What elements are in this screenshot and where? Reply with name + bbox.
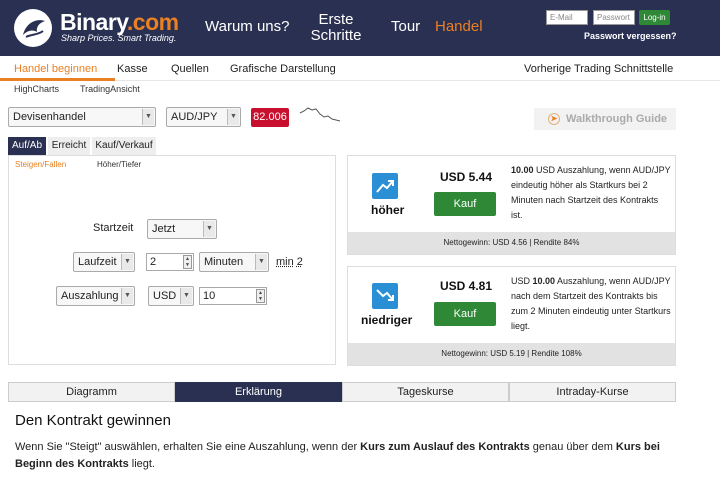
payout-type-value: Auszahlung — [61, 290, 119, 302]
tab-tageskurse[interactable]: Tageskurse — [342, 382, 509, 402]
tab-erklaerung[interactable]: Erklärung — [175, 382, 342, 402]
min-value: 2 — [296, 256, 303, 268]
duration-unit-select[interactable]: Minuten ▼ — [199, 252, 269, 272]
buy-lower-button[interactable]: Kauf — [434, 302, 496, 326]
nav-warum-uns[interactable]: Warum uns? — [205, 19, 289, 35]
payout-amount-field[interactable]: 10 ▲ ▼ — [199, 287, 267, 305]
stepper-icon[interactable]: ▲ ▼ — [256, 289, 265, 303]
walkthrough-label: Walkthrough Guide — [566, 113, 668, 125]
trend-down-icon — [372, 283, 398, 309]
purchase-panel-lower: niedriger USD 4.81 Kauf USD 10.00 Auszah… — [347, 266, 676, 366]
payout-type-select[interactable]: Auszahlung ▼ — [56, 286, 135, 306]
duration-unit-value: Minuten — [204, 256, 244, 268]
market-select[interactable]: Devisenhandel ▼ — [8, 107, 156, 127]
duration-type-select[interactable]: Laufzeit ▼ — [73, 252, 135, 272]
higher-net-profit: Nettogewinn: USD 4.56 | Rendite 84% — [348, 232, 675, 254]
forgot-password-link[interactable]: Passwort vergessen? — [584, 31, 677, 41]
higher-payout-amount: 10.00 — [511, 165, 534, 175]
subnav-grafische-darstellung[interactable]: Grafische Darstellung — [230, 63, 336, 75]
logo-icon[interactable] — [14, 9, 52, 47]
email-field[interactable]: E-Mail — [546, 10, 588, 25]
explanation-heading: Den Kontrakt gewinnen — [15, 412, 171, 429]
subnav-handel-beginnen[interactable]: Handel beginnen — [14, 63, 97, 75]
currency-select[interactable]: USD ▼ — [148, 286, 194, 306]
active-subnav-indicator — [0, 78, 115, 81]
sparkline-icon — [299, 107, 341, 122]
higher-description-text: USD Auszahlung, wenn AUD/JPY eindeutig h… — [511, 165, 671, 220]
symbol-select[interactable]: AUD/JPY ▼ — [166, 107, 241, 127]
nav-handel[interactable]: Handel — [435, 19, 483, 35]
explanation-text-2: genau über dem — [529, 441, 616, 453]
start-time-value: Jetzt — [152, 223, 176, 235]
chevron-down-icon: ▼ — [203, 221, 215, 237]
password-field[interactable]: Passwort — [593, 10, 635, 25]
buy-higher-button[interactable]: Kauf — [434, 192, 496, 216]
lower-net-profit: Nettogewinn: USD 5.19 | Rendite 108% — [348, 343, 675, 365]
duration-type-value: Laufzeit — [78, 256, 117, 268]
explanation-paragraph: Wenn Sie "Steigt" auswählen, erhalten Si… — [15, 439, 675, 473]
chevron-down-icon: ▼ — [227, 109, 239, 125]
brand-name[interactable]: Binary.com — [60, 9, 179, 36]
stepper-icon[interactable]: ▲ ▼ — [183, 255, 192, 269]
tab-diagramm[interactable]: Diagramm — [8, 382, 175, 402]
lower-description: USD 10.00 Auszahlung, wenn AUD/JPY nach … — [511, 274, 671, 334]
duration-amount-field[interactable]: 2 ▲ ▼ — [146, 253, 194, 271]
lower-description-prefix: USD — [511, 276, 533, 286]
chevron-down-icon: ▼ — [255, 254, 267, 270]
tab-kauf-verkauf[interactable]: Kauf/Verkauf — [92, 137, 156, 155]
chevron-down-icon: ▼ — [121, 254, 133, 270]
lower-payout-amount: 10.00 — [532, 276, 556, 286]
chevron-down-icon: ▼ — [180, 288, 192, 304]
subnav-vorherige-schnittstelle[interactable]: Vorherige Trading Schnittstelle — [524, 63, 673, 75]
chevron-down-icon: ▼ — [121, 288, 133, 304]
nav-erste-schritte[interactable]: Erste Schritte — [310, 12, 362, 44]
lower-price: USD 4.81 — [440, 279, 493, 293]
symbol-select-value: AUD/JPY — [171, 111, 218, 123]
higher-description: 10.00 USD Auszahlung, wenn AUD/JPY einde… — [511, 163, 671, 223]
trend-up-icon — [372, 173, 398, 199]
compass-icon: ➤ — [548, 113, 560, 125]
market-select-value: Devisenhandel — [13, 111, 86, 123]
nav-tour[interactable]: Tour — [391, 19, 420, 35]
subnav-quellen[interactable]: Quellen — [171, 63, 209, 75]
payout-amount-value: 10 — [203, 290, 216, 302]
top-header: Binary.com Sharp Prices. Smart Trading. … — [0, 0, 720, 56]
brand-slogan: Sharp Prices. Smart Trading. — [61, 33, 177, 43]
purchase-panel-higher: höher USD 5.44 Kauf 10.00 USD Auszahlung… — [347, 155, 676, 255]
subtab-hoeher-tiefer[interactable]: Höher/Tiefer — [97, 160, 141, 169]
minimum-duration-hint: min 2 — [276, 256, 303, 268]
min-prefix: min — [276, 256, 294, 268]
currency-value: USD — [153, 290, 177, 302]
tab-intraday-kurse[interactable]: Intraday-Kurse — [509, 382, 676, 402]
explanation-text-3: liegt. — [128, 458, 155, 470]
highcharts-link[interactable]: HighCharts — [14, 84, 59, 94]
explanation-bold-1: Kurs zum Auslauf des Kontrakts — [360, 441, 530, 453]
explanation-text-1: Wenn Sie "Steigt" auswählen, erhalten Si… — [15, 441, 361, 453]
tab-erreicht[interactable]: Erreicht — [48, 137, 90, 155]
chevron-down-icon: ▼ — [142, 109, 154, 125]
start-time-select[interactable]: Jetzt ▼ — [147, 219, 217, 239]
start-time-label: Startzeit — [93, 222, 134, 234]
tab-auf-ab[interactable]: Auf/Ab — [8, 137, 46, 155]
tradingansicht-link[interactable]: TradingAnsicht — [80, 84, 140, 94]
subnav-kasse[interactable]: Kasse — [117, 63, 148, 75]
spot-price-badge: 82.006 — [251, 108, 289, 127]
login-button[interactable]: Log-in — [639, 10, 670, 25]
lower-label: niedriger — [361, 313, 413, 327]
subtab-steigen-fallen[interactable]: Steigen/Fallen — [15, 160, 66, 169]
duration-amount-value: 2 — [150, 256, 157, 268]
higher-label: höher — [371, 203, 405, 217]
higher-price: USD 5.44 — [440, 170, 493, 184]
walkthrough-guide-button[interactable]: ➤ Walkthrough Guide — [534, 108, 676, 130]
